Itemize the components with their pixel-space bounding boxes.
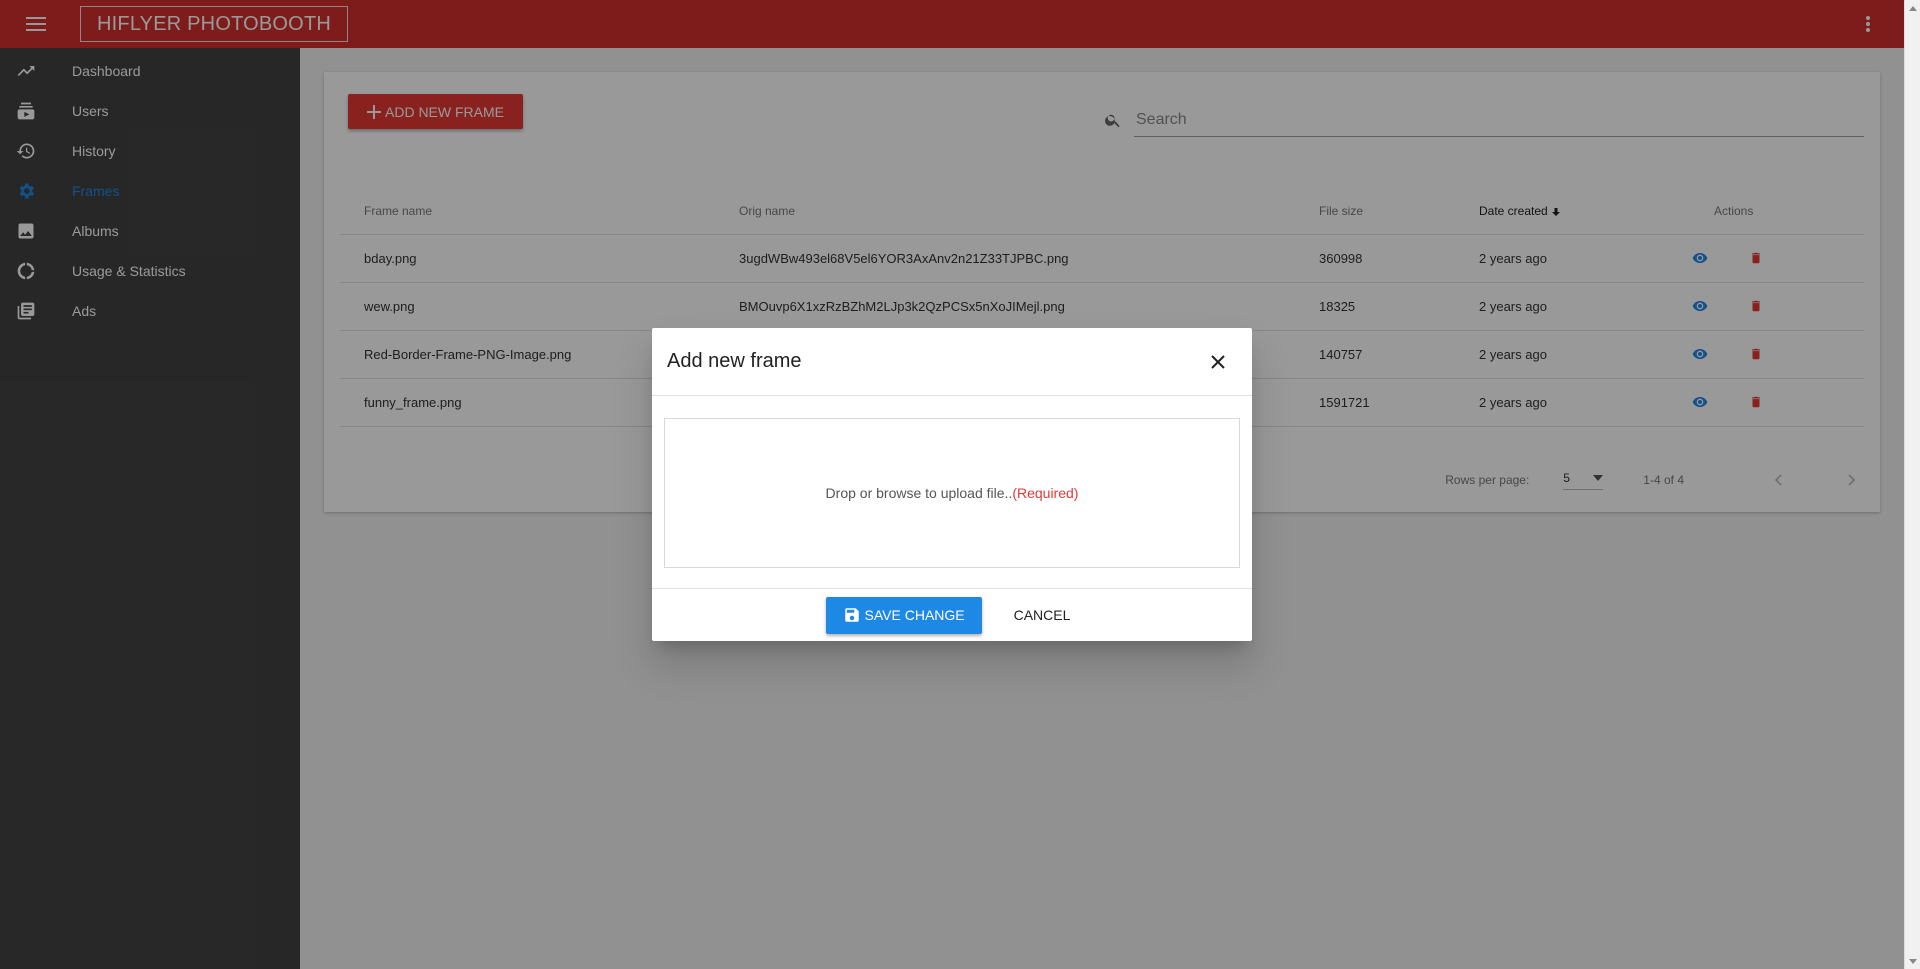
close-button[interactable] [1206, 350, 1230, 374]
scroll-up-arrow-icon[interactable] [1905, 0, 1920, 16]
save-icon [844, 608, 859, 622]
file-upload-dropzone[interactable]: Drop or browse to upload file.. (Required… [664, 418, 1240, 568]
dialog-actions: SAVE CHANGE CANCEL [652, 588, 1252, 641]
save-change-label: SAVE CHANGE [864, 607, 965, 623]
dropzone-text: Drop or browse to upload file.. [825, 485, 1013, 501]
scroll-down-arrow-icon[interactable] [1905, 953, 1920, 969]
scrollbar[interactable] [1904, 0, 1920, 969]
close-icon [1211, 355, 1225, 369]
save-change-button[interactable]: SAVE CHANGE [825, 596, 982, 634]
add-frame-dialog: Add new frame Drop or browse to upload f… [652, 328, 1252, 641]
required-label: (Required) [1012, 485, 1079, 501]
dialog-header: Add new frame [652, 328, 1252, 396]
cancel-button[interactable]: CANCEL [1006, 597, 1079, 634]
dialog-title: Add new frame [667, 350, 802, 372]
